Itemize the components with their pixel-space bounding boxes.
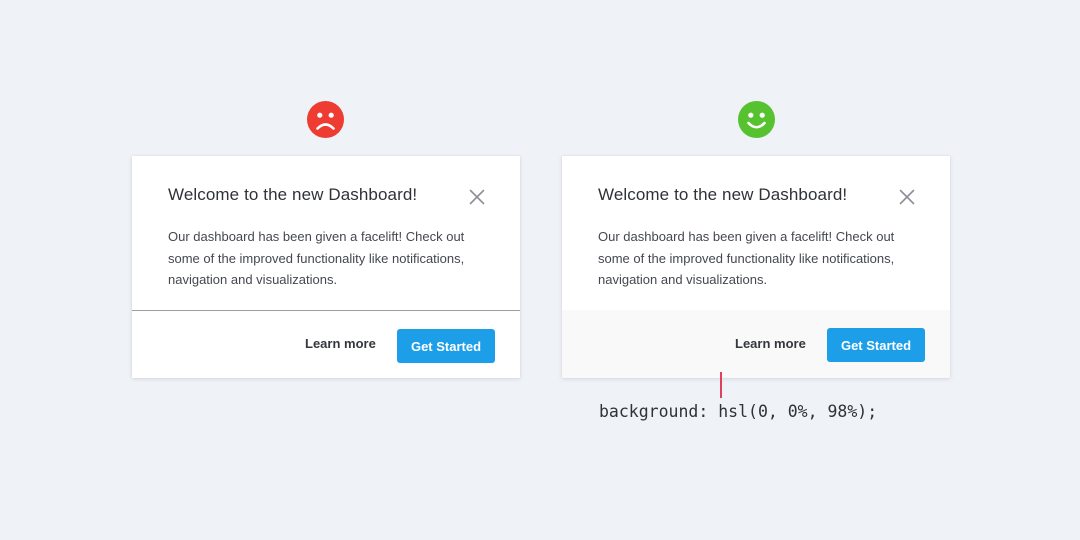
welcome-dialog-good: Welcome to the new Dashboard! Our dashbo…	[562, 156, 950, 378]
happy-face-icon	[738, 101, 775, 138]
get-started-button[interactable]: Get Started	[827, 328, 925, 362]
annotation-pointer	[720, 372, 722, 398]
dialog-body-text: Our dashboard has been given a facelift!…	[168, 229, 465, 287]
close-icon[interactable]	[898, 188, 916, 206]
dialog-footer: Learn more Get Started	[562, 310, 950, 378]
welcome-dialog-bad: Welcome to the new Dashboard! Our dashbo…	[132, 156, 520, 378]
dialog-title: Welcome to the new Dashboard!	[168, 185, 418, 204]
learn-more-button[interactable]: Learn more	[735, 336, 806, 351]
dialog-footer: Learn more Get Started	[132, 310, 520, 378]
dialog-title: Welcome to the new Dashboard!	[598, 185, 848, 204]
dialog-body-text: Our dashboard has been given a facelift!…	[598, 229, 895, 287]
close-icon[interactable]	[468, 188, 486, 206]
get-started-button[interactable]: Get Started	[397, 329, 495, 363]
annotation-code: background: hsl(0, 0%, 98%);	[599, 402, 878, 421]
learn-more-button[interactable]: Learn more	[305, 336, 376, 351]
sad-face-icon	[307, 101, 344, 138]
comparison-stage: Welcome to the new Dashboard! Our dashbo…	[0, 0, 1080, 540]
